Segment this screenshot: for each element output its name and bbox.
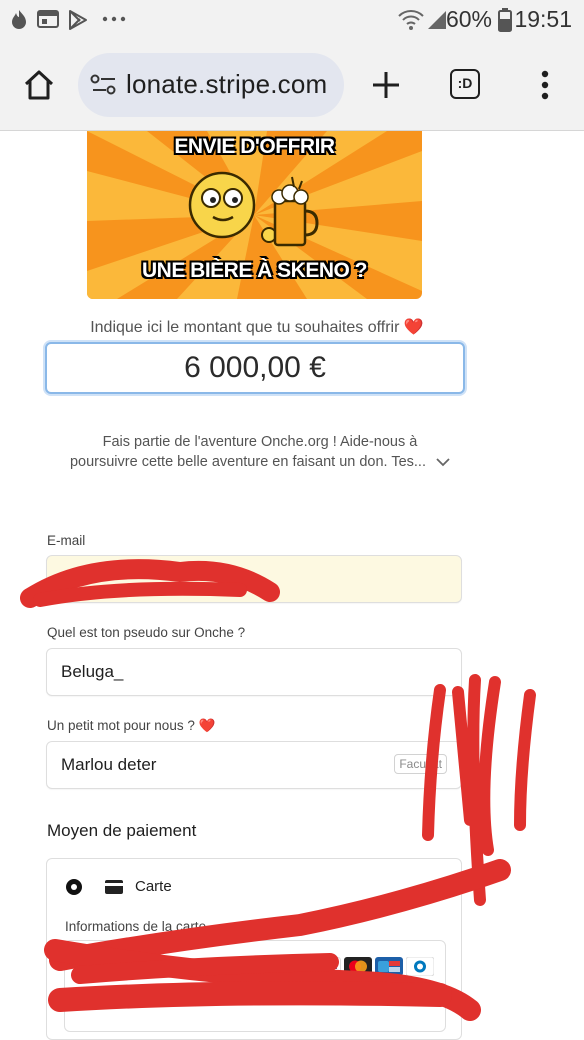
url-text[interactable]: lonate.stripe.com [126, 69, 327, 100]
pseudo-value[interactable]: Beluga_ [61, 662, 123, 682]
card-info-label: Informations de la carte [65, 919, 207, 934]
chevron-down-icon[interactable] [436, 457, 450, 467]
message-field[interactable]: Marlou deter Facultat [46, 741, 462, 789]
card-number-field[interactable]: VISA [64, 940, 446, 1032]
optional-tag: Facultat [394, 754, 447, 774]
campaign-description[interactable]: Fais partie de l'aventure Onche.org ! Ai… [40, 432, 480, 472]
payment-method-title: Moyen de paiement [47, 821, 197, 840]
banner-top-text: ENVIE D'OFFRIR [174, 135, 335, 158]
amount-value[interactable]: 6 000,00 € [47, 351, 463, 385]
new-tab-icon[interactable] [369, 68, 403, 102]
donation-banner-image: ENVIE D'OFFRIR UNE BIÈRE À SKENO ? [87, 131, 422, 299]
browser-toolbar: lonate.stripe.com :D [0, 42, 584, 131]
mastercard-icon [344, 957, 372, 976]
play-store-notification-icon [69, 10, 87, 30]
card-option-label[interactable]: Carte [135, 878, 172, 895]
calendar-notification-icon [37, 10, 59, 28]
amount-input[interactable]: 6 000,00 € [45, 342, 465, 394]
address-bar[interactable]: lonate.stripe.com [78, 53, 344, 117]
status-bar: 60% 19:51 [0, 0, 584, 42]
clock: 19:51 [514, 6, 572, 32]
tab-switcher-button[interactable]: :D [450, 69, 480, 99]
more-notifications-icon [102, 16, 126, 22]
menu-icon[interactable] [538, 68, 552, 102]
email-label: E-mail [47, 533, 86, 548]
app-notification-icon [12, 10, 26, 29]
battery-icon [498, 8, 512, 32]
battery-percent: 60% [445, 6, 492, 32]
wifi-icon [398, 10, 424, 30]
home-icon[interactable] [22, 68, 56, 102]
diners-club-icon [406, 957, 434, 976]
email-field[interactable] [46, 555, 462, 603]
signal-icon [428, 11, 446, 29]
site-settings-icon[interactable] [90, 73, 118, 97]
banner-bottom-text: UNE BIÈRE À SKENO ? [141, 259, 368, 282]
card-radio-button[interactable] [65, 878, 83, 896]
amount-label: Indique ici le montant que tu souhaites … [90, 319, 424, 336]
pseudo-field[interactable]: Beluga_ [46, 648, 462, 696]
description-line-2: poursuivre cette belle aventure en faisa… [40, 452, 480, 472]
credit-card-icon [105, 880, 123, 894]
cartes-bancaires-icon [375, 957, 403, 976]
visa-icon: VISA [313, 957, 341, 976]
message-label: Un petit mot pour nous ? ❤️ [47, 718, 216, 733]
pseudo-label: Quel est ton pseudo sur Onche ? [47, 625, 246, 640]
message-value[interactable]: Marlou deter [61, 755, 156, 775]
description-line-1: Fais partie de l'aventure Onche.org ! Ai… [102, 434, 418, 450]
